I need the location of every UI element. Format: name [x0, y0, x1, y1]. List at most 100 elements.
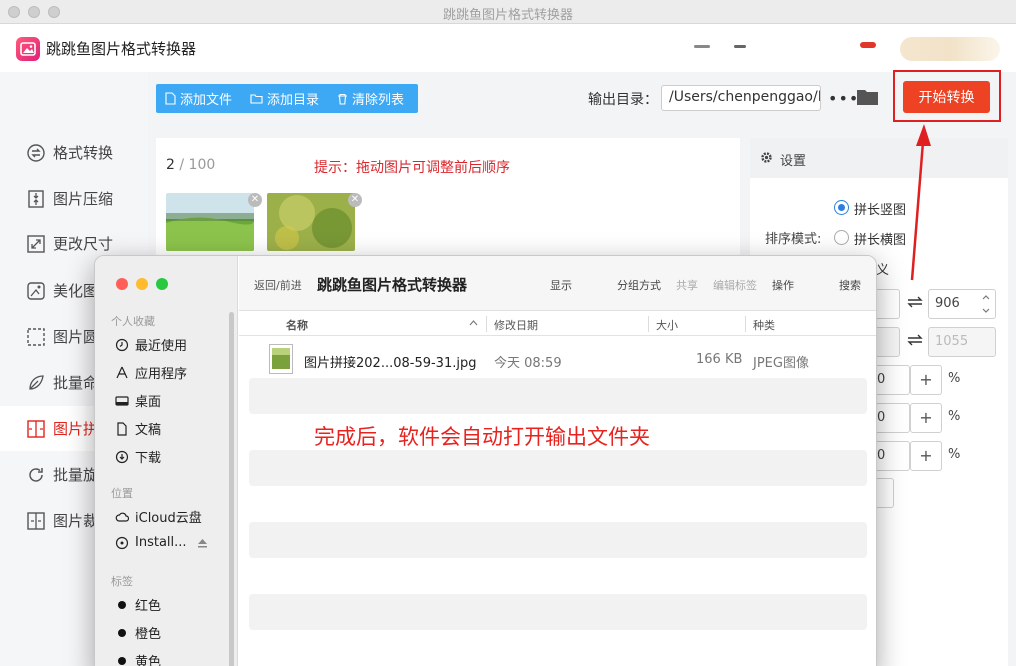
column-modified-header[interactable]: 修改日期 — [494, 317, 538, 333]
settings-title: 设置 — [780, 154, 807, 169]
percent-symbol: % — [948, 447, 961, 462]
sidebar-item-format-convert[interactable]: 格式转换 — [0, 130, 148, 175]
action-button[interactable]: 操作 — [772, 277, 794, 293]
output-dir-field[interactable]: /Users/chenpenggao/D — [661, 85, 821, 111]
header-icon-blurred[interactable] — [734, 45, 746, 48]
finder-minimize-button[interactable] — [136, 278, 148, 290]
tag-dot-icon — [118, 656, 126, 665]
window-title: 跳跳鱼图片格式转换器 — [442, 8, 573, 23]
swap-icon[interactable] — [907, 296, 923, 308]
crop-icon — [27, 511, 45, 530]
file-kind: JPEG图像 — [753, 356, 809, 371]
radio-horizontal[interactable] — [834, 230, 849, 245]
sidebar-item-applications[interactable]: 应用程序 — [115, 363, 187, 382]
disabled-size-value: 1055 — [935, 334, 969, 349]
remove-image-icon[interactable]: ✕ — [248, 193, 262, 207]
trash-icon — [338, 93, 348, 105]
rotate-icon — [29, 467, 43, 482]
jpeg-file-icon — [269, 344, 293, 374]
empty-row — [249, 522, 867, 558]
empty-row — [249, 450, 867, 486]
sidebar-item-install[interactable]: Install... — [115, 535, 208, 550]
header-icon-blurred[interactable] — [860, 42, 876, 48]
column-kind-header[interactable]: 种类 — [753, 317, 775, 333]
increment-button[interactable]: + — [910, 403, 942, 433]
add-file-button[interactable]: 添加文件 — [156, 84, 241, 113]
sidebar-item-label: 图片压缩 — [53, 190, 114, 208]
column-size-header[interactable]: 大小 — [656, 317, 678, 333]
empty-row — [249, 378, 867, 414]
sidebar-item-label: 下载 — [135, 451, 162, 466]
disk-icon — [115, 536, 129, 549]
locations-section-label: 位置 — [111, 487, 133, 500]
image-thumbnail[interactable] — [267, 193, 355, 251]
stepper-icon[interactable] — [981, 292, 991, 316]
sidebar-item-label: Install... — [135, 535, 187, 550]
radio-horizontal-label: 拼长横图 — [854, 233, 907, 248]
radio-vertical[interactable] — [834, 200, 849, 215]
clear-list-label: 清除列表 — [352, 93, 405, 108]
view-button[interactable]: 显示 — [550, 277, 572, 293]
sidebar-item-documents[interactable]: 文稿 — [115, 419, 161, 438]
sidebar-item-label: 批量旋 — [53, 466, 99, 484]
sidebar-item-downloads[interactable]: 下载 — [115, 447, 161, 466]
beautify-icon — [27, 281, 45, 300]
sidebar-scrollbar[interactable] — [229, 312, 234, 666]
radio-custom-label: 义 — [876, 263, 890, 278]
share-button[interactable]: 共享 — [676, 277, 698, 293]
window-titlebar: 跳跳鱼图片格式转换器 — [0, 0, 1016, 24]
margin-value: 0 — [877, 410, 886, 425]
group-by-button[interactable]: 分组方式 — [617, 277, 661, 293]
sidebar-tag-red[interactable]: 红色 — [115, 595, 161, 614]
sidebar-item-label: 批量命 — [53, 374, 99, 392]
image-thumbnail[interactable] — [166, 193, 254, 251]
clock-icon — [115, 338, 129, 351]
back-forward-button[interactable]: 返回/前进 — [254, 277, 302, 293]
column-name-header[interactable]: 名称 — [286, 317, 308, 333]
remove-image-icon[interactable]: ✕ — [348, 193, 362, 207]
favorites-section-label: 个人收藏 — [111, 315, 155, 328]
add-directory-label: 添加目录 — [267, 93, 320, 108]
file-row[interactable]: 图片拼接202...08-59-31.jpg 今天 08:59 166 KB J… — [249, 342, 867, 378]
sidebar-item-compress[interactable]: 图片压缩 — [0, 176, 148, 221]
sidebar-item-icloud[interactable]: iCloud云盘 — [115, 507, 202, 526]
finder-close-button[interactable] — [116, 278, 128, 290]
add-directory-button[interactable]: 添加目录 — [241, 84, 328, 113]
sidebar-tag-yellow[interactable]: 黄色 — [115, 651, 161, 666]
header-icon-blurred[interactable] — [694, 45, 710, 48]
count-current: 2 — [166, 157, 175, 173]
folder-icon — [250, 94, 263, 104]
finder-sidebar: 个人收藏 最近使用 应用程序 桌面 文稿 下载 位置 iCloud云盘 Inst… — [95, 256, 238, 666]
edit-tags-button[interactable]: 编辑标签 — [713, 277, 757, 293]
tag-dot-icon — [118, 600, 126, 609]
stitch-icon — [27, 419, 45, 438]
swap-icon — [907, 334, 923, 346]
tags-section-label: 标签 — [111, 575, 133, 588]
column-separator — [648, 316, 649, 332]
finder-zoom-button[interactable] — [156, 278, 168, 290]
sidebar-item-recents[interactable]: 最近使用 — [115, 335, 187, 354]
file-toolbar: 添加文件 添加目录 清除列表 — [156, 84, 418, 113]
sidebar-item-desktop[interactable]: 桌面 — [115, 391, 161, 410]
sidebar-tag-orange[interactable]: 橙色 — [115, 623, 161, 642]
clear-list-button[interactable]: 清除列表 — [328, 84, 413, 113]
empty-row — [249, 594, 867, 630]
tip-text: 提示：拖动图片可调整前后顺序 — [314, 160, 510, 176]
more-options-button[interactable]: ••• — [828, 89, 859, 108]
increment-button[interactable]: + — [910, 365, 942, 395]
finder-window: 个人收藏 最近使用 应用程序 桌面 文稿 下载 位置 iCloud云盘 Inst… — [94, 255, 877, 666]
sidebar-item-label: 红色 — [135, 599, 162, 614]
open-folder-icon[interactable] — [857, 88, 878, 109]
eject-icon[interactable] — [197, 538, 208, 548]
output-dir-label: 输出目录： — [588, 92, 658, 108]
round-corner-icon — [27, 327, 45, 346]
user-badge[interactable] — [900, 37, 1000, 61]
sidebar-item-label: 橙色 — [135, 627, 162, 642]
column-separator — [745, 316, 746, 332]
rename-icon — [29, 374, 44, 390]
applications-icon — [116, 366, 128, 378]
search-button[interactable]: 搜索 — [839, 277, 861, 293]
increment-button[interactable]: + — [910, 441, 942, 471]
sidebar-item-label: 格式转换 — [53, 144, 114, 162]
sidebar-item-label: 图片圆 — [53, 328, 99, 346]
